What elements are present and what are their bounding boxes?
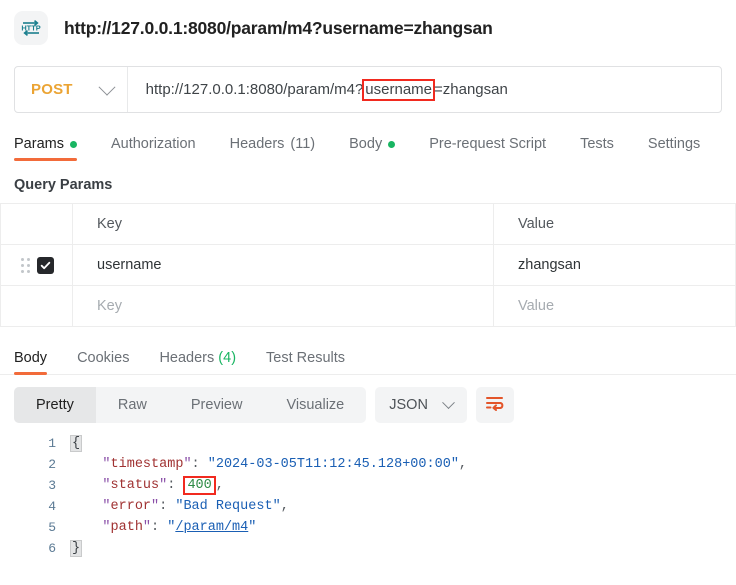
code-line: 1 { [0,433,736,454]
view-mode-pretty[interactable]: Pretty [14,387,96,423]
word-wrap-toggle-button[interactable] [475,387,514,423]
tab-settings-label: Settings [647,136,701,152]
code-line: 2 "timestamp": "2024-03-05T11:12:45.128+… [0,454,736,475]
tab-settings[interactable]: Settings [631,136,717,161]
view-mode-raw[interactable]: Raw [96,387,169,423]
json-key-path: path [110,520,143,535]
open-brace-token: { [70,435,83,452]
table-row[interactable]: Key Value [0,285,736,327]
request-tabs: Params Authorization Headers (11) Body P… [0,127,736,161]
language-dropdown[interactable]: JSON [375,387,467,423]
view-mode-preview[interactable]: Preview [169,387,265,423]
json-value-timestamp: 2024-03-05T11:12:45.128+00:00 [215,457,451,472]
tab-params[interactable]: Params [14,136,94,161]
line-number: 6 [48,541,56,556]
request-title-bar: HTTP http://127.0.0.1:8080/param/m4?user… [0,0,736,56]
code-line: 4 "error": "Bad Request", [0,496,736,517]
body-modified-dot-icon [388,140,396,148]
url-bar[interactable]: POST http://127.0.0.1:8080/param/m4? user… [14,66,722,113]
response-tab-test-results-label: Test Results [266,350,346,366]
language-dropdown-label: JSON [389,397,428,413]
response-format-bar: Pretty Raw Preview Visualize JSON [0,375,736,423]
tab-headers-count: (11) [290,136,316,152]
code-line: 6 } [0,538,736,559]
response-tab-cookies[interactable]: Cookies [62,350,144,374]
header-cell-select [0,203,73,245]
line-number: 3 [48,478,56,493]
code-line: 5 "path": "/param/m4" [0,517,736,538]
row-select-cell [0,285,73,327]
drag-handle-icon[interactable] [21,257,30,273]
query-params-table: Key Value username zhangsan Key Value [0,203,736,327]
code-line-content: "status": 400, [102,476,224,495]
json-key-timestamp: timestamp [110,457,184,472]
tab-pre-request-script[interactable]: Pre-request Script [412,136,563,161]
tab-headers[interactable]: Headers (11) [213,136,333,161]
url-input[interactable]: http://127.0.0.1:8080/param/m4? username =… [128,67,508,112]
table-header-row: Key Value [0,203,736,245]
line-number: 5 [48,520,56,535]
response-tab-headers[interactable]: Headers (4) [144,350,251,374]
line-number: 2 [48,457,56,472]
table-row[interactable]: username zhangsan [0,244,736,286]
response-tab-body[interactable]: Body [14,350,62,375]
response-tabs: Body Cookies Headers (4) Test Results [0,343,736,375]
code-line-content: "error": "Bad Request", [102,499,289,514]
json-value-error: Bad Request [183,499,273,514]
json-key-error: error [110,499,152,514]
http-protocol-icon: HTTP [14,11,48,45]
view-mode-segmented-control: Pretty Raw Preview Visualize [14,387,367,423]
tab-pre-request-script-label: Pre-request Script [429,136,547,152]
view-mode-visualize[interactable]: Visualize [264,387,366,423]
chevron-down-icon [442,395,455,409]
status-code-highlight-annotation: 400 [183,476,216,495]
method-selector[interactable]: POST [15,67,128,112]
url-highlight-annotation: username [362,78,435,101]
word-wrap-icon [485,394,504,416]
row-key-input[interactable]: username [72,244,494,286]
header-cell-key: Key [72,203,494,245]
json-key-status: status [110,478,160,493]
tab-tests-label: Tests [580,136,614,152]
response-tab-test-results[interactable]: Test Results [251,350,360,374]
query-params-title: Query Params [14,177,113,193]
row-key-input[interactable]: Key [72,285,494,327]
tab-headers-label: Headers [229,136,285,152]
row-enabled-checkbox[interactable] [37,256,54,274]
header-cell-value: Value [493,203,736,245]
params-modified-dot-icon [69,140,77,148]
tab-authorization-label: Authorization [110,136,196,152]
page-title: http://127.0.0.1:8080/param/m4?username=… [64,17,493,38]
url-suffix: =zhangsan [434,81,508,98]
row-value-input[interactable]: zhangsan [493,244,736,286]
url-prefix: http://127.0.0.1:8080/param/m4? [145,81,364,98]
response-body-viewer[interactable]: 1 { 2 "timestamp": "2024-03-05T11:12:45.… [0,433,736,559]
tab-body[interactable]: Body [332,136,412,161]
svg-text:HTTP: HTTP [21,24,40,33]
response-tab-body-label: Body [14,350,48,366]
line-number: 1 [48,436,56,451]
code-line-content: } [70,538,83,559]
code-line-content: "path": "/param/m4" [102,520,257,535]
response-tab-headers-label: Headers [159,350,215,366]
code-line-content: "timestamp": "2024-03-05T11:12:45.128+00… [102,457,468,472]
code-line: 3 "status": 400, [0,475,736,496]
tab-authorization[interactable]: Authorization [94,136,213,161]
response-tab-cookies-label: Cookies [77,350,130,366]
row-value-input[interactable]: Value [493,285,736,327]
row-select-cell [0,244,73,286]
tab-params-label: Params [14,136,64,152]
tab-body-label: Body [349,136,383,152]
line-number: 4 [48,499,56,514]
response-tab-headers-count: (4) [218,350,237,366]
tab-tests[interactable]: Tests [563,136,631,161]
chevron-down-icon [98,78,116,96]
code-line-content: { [70,433,83,454]
close-brace-token: } [70,540,83,557]
json-value-path-link[interactable]: /param/m4 [175,520,248,535]
method-label: POST [31,81,73,98]
